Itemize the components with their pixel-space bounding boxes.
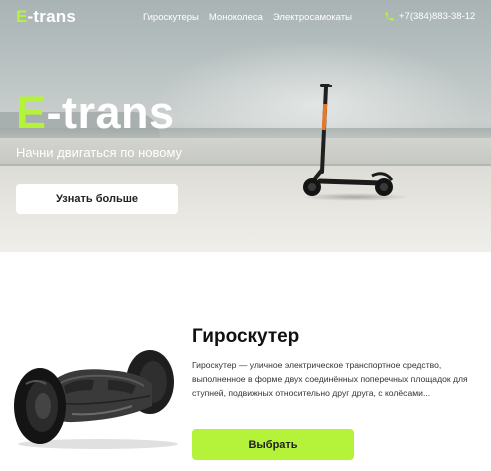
hero-title: E-trans xyxy=(16,90,175,135)
nav-link-monowheels[interactable]: Моноколеса xyxy=(209,12,263,23)
nav-menu: Гироскутеры Моноколеса Электросамокаты xyxy=(143,12,352,23)
hero-title-accent: E xyxy=(16,87,47,138)
choose-button[interactable]: Выбрать xyxy=(192,429,354,460)
phone-icon xyxy=(385,12,394,21)
top-nav: E-trans Гироскутеры Моноколеса Электроса… xyxy=(0,0,491,34)
phone-number: +7(384)883-38-12 xyxy=(399,11,476,22)
electric-scooter-image xyxy=(303,84,394,196)
hero-subtitle: Начни двигаться по новому xyxy=(16,145,183,160)
phone-contact[interactable]: +7(384)883-38-12 xyxy=(384,11,475,22)
logo-text: -trans xyxy=(27,7,76,26)
nav-link-electric-scooters[interactable]: Электросамокаты xyxy=(273,12,352,23)
logo-accent: E xyxy=(16,7,28,26)
product-card: Гироскутер Гироскутер — уличное электрич… xyxy=(0,252,491,471)
product-description: Гироскутер — уличное электрическое транс… xyxy=(192,360,468,398)
hero-title-text: -trans xyxy=(46,87,175,138)
product-title: Гироскутер xyxy=(192,326,300,347)
nav-link-gyroscooters[interactable]: Гироскутеры xyxy=(143,12,199,23)
hero-banner: E-trans Гироскутеры Моноколеса Электроса… xyxy=(0,0,491,252)
learn-more-button[interactable]: Узнать больше xyxy=(16,184,178,214)
hoverboard-image xyxy=(14,350,178,449)
logo[interactable]: E-trans xyxy=(16,7,76,27)
